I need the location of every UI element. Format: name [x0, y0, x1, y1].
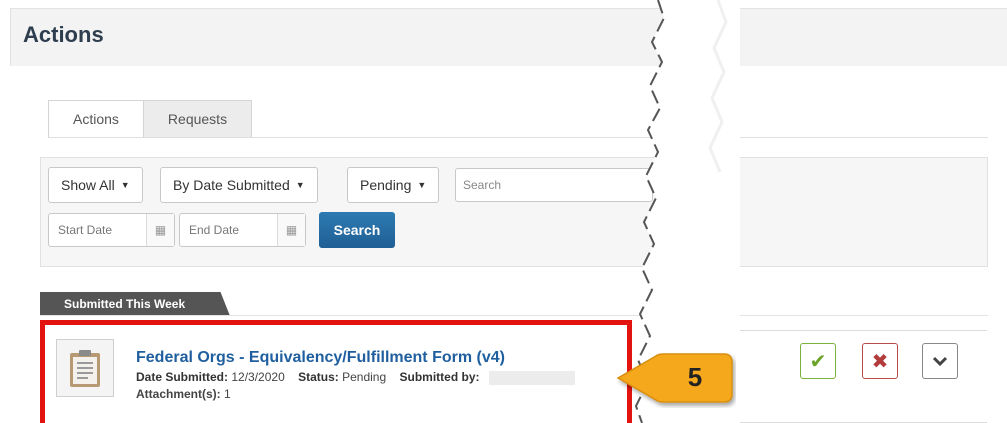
- calendar-icon[interactable]: ▦: [277, 214, 305, 246]
- end-date-placeholder: End Date: [189, 223, 240, 237]
- callout-number: 5: [687, 361, 703, 392]
- section-label: Submitted This Week: [40, 292, 230, 316]
- page-header: Actions: [10, 8, 1007, 66]
- page-title: Actions: [23, 22, 104, 47]
- tab-requests[interactable]: Requests: [143, 100, 253, 138]
- reject-button[interactable]: ✖: [862, 343, 898, 379]
- caret-down-icon: ▼: [417, 180, 427, 190]
- section-divider: [40, 315, 988, 316]
- end-date-field[interactable]: End Date ▦: [179, 213, 306, 247]
- search-placeholder: Search: [463, 178, 502, 192]
- date-submitted-label: Date Submitted:: [136, 370, 229, 384]
- calendar-icon[interactable]: ▦: [146, 214, 174, 246]
- chevron-down-icon: [932, 356, 948, 366]
- caret-down-icon: ▼: [295, 180, 305, 190]
- start-date-field[interactable]: Start Date ▦: [48, 213, 175, 247]
- sort-dropdown[interactable]: By Date Submitted ▼: [160, 167, 318, 203]
- tab-bar: Actions Requests: [48, 100, 253, 138]
- check-icon: ✔: [809, 350, 827, 373]
- item-meta: Date Submitted: 12/3/2020 Status: Pendin…: [136, 370, 575, 385]
- list-item[interactable]: Federal Orgs - Equivalency/Fulfillment F…: [46, 327, 628, 420]
- status-value: Pending: [342, 370, 387, 384]
- expand-button[interactable]: [922, 343, 958, 379]
- start-date-placeholder: Start Date: [58, 223, 113, 237]
- filter-panel: Show All ▼ By Date Submitted ▼ Pending ▼…: [40, 157, 988, 267]
- redacted-name: [488, 370, 575, 385]
- sort-label: By Date Submitted: [173, 177, 290, 193]
- search-button[interactable]: Search: [319, 212, 395, 248]
- attachments-label: Attachment(s):: [136, 387, 221, 401]
- item-title-link[interactable]: Federal Orgs - Equivalency/Fulfillment F…: [136, 349, 505, 367]
- close-icon: ✖: [871, 350, 889, 373]
- approve-button[interactable]: ✔: [800, 343, 836, 379]
- show-all-dropdown[interactable]: Show All ▼: [48, 167, 143, 203]
- status-dropdown[interactable]: Pending ▼: [347, 167, 440, 203]
- status-label: Pending: [360, 177, 412, 193]
- item-attachments: Attachment(s): 1: [136, 387, 231, 401]
- submitted-by-label: Submitted by:: [399, 370, 480, 384]
- date-submitted-value: 12/3/2020: [231, 370, 285, 384]
- tabs-divider: [48, 137, 988, 138]
- app-frame: Actions Actions Requests Show All ▼ By D…: [0, 0, 1007, 423]
- tab-actions[interactable]: Actions: [48, 100, 144, 138]
- form-document-icon: [56, 339, 114, 397]
- status-label: Status:: [298, 370, 339, 384]
- caret-down-icon: ▼: [120, 180, 130, 190]
- search-input[interactable]: Search: [455, 168, 653, 202]
- attachments-value: 1: [224, 387, 231, 401]
- show-all-label: Show All: [61, 177, 115, 193]
